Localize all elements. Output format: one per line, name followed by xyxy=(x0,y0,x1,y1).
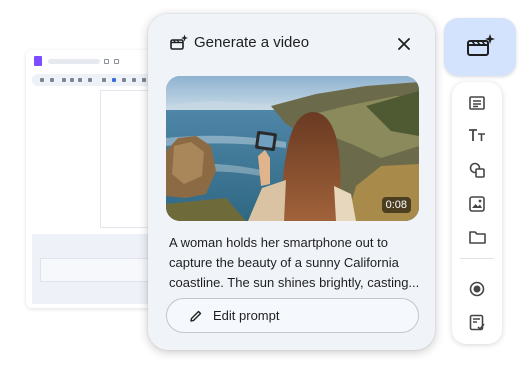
frame-icon xyxy=(122,78,126,82)
folder-icon[interactable] xyxy=(465,226,489,248)
shapes-icon[interactable] xyxy=(465,159,489,181)
panel-header: Generate a video xyxy=(148,14,435,72)
select-cursor-icon xyxy=(112,78,116,82)
app-logo xyxy=(34,56,42,66)
side-rail xyxy=(452,82,502,344)
panel-title: Generate a video xyxy=(194,34,310,51)
image-icon xyxy=(132,78,136,82)
image-icon[interactable] xyxy=(465,193,489,215)
edit-prompt-button[interactable]: Edit prompt xyxy=(166,298,419,333)
text-box-icon[interactable] xyxy=(465,92,489,114)
record-icon[interactable] xyxy=(465,278,489,300)
edit-prompt-label: Edit prompt xyxy=(213,308,280,323)
star-icon xyxy=(104,59,109,64)
shape-icon xyxy=(142,78,146,82)
generate-video-rail-button[interactable] xyxy=(444,18,516,76)
prompt-description: A woman holds her smartphone out to capt… xyxy=(169,235,420,290)
video-duration-badge: 0:08 xyxy=(381,197,411,213)
close-icon xyxy=(398,38,410,50)
close-button[interactable] xyxy=(394,34,414,54)
document-title-placeholder xyxy=(48,59,100,64)
rail-divider xyxy=(460,258,494,259)
generate-video-panel: Generate a video 0:08 A woman holds her … xyxy=(148,14,435,350)
folder-icon xyxy=(114,59,119,64)
print-icon xyxy=(78,78,82,82)
zoom-icon xyxy=(88,78,92,82)
generate-video-icon xyxy=(170,34,188,55)
chevron-down-icon xyxy=(102,78,106,82)
generate-video-icon xyxy=(465,32,495,63)
search-icon xyxy=(40,78,44,82)
undo-icon xyxy=(62,78,66,82)
text-size-icon[interactable] xyxy=(465,124,489,146)
video-preview[interactable]: 0:08 xyxy=(166,76,419,221)
pencil-icon xyxy=(189,309,203,323)
notes-icon[interactable] xyxy=(465,311,489,333)
redo-icon xyxy=(70,78,74,82)
add-icon xyxy=(50,78,54,82)
video-thumbnail-image xyxy=(166,76,419,221)
